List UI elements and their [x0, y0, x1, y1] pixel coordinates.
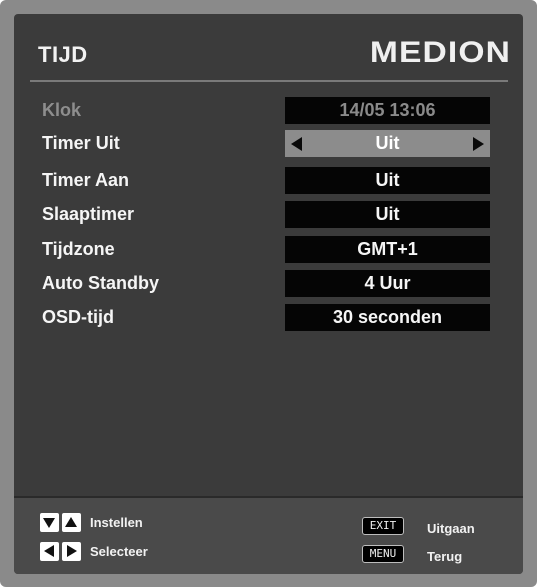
setting-label: Auto Standby	[42, 273, 159, 293]
hint-instellen: Instellen	[90, 515, 143, 530]
arrow-up-icon	[62, 513, 81, 532]
setting-value-timer-aan[interactable]: Uit	[285, 167, 490, 194]
arrow-left-icon	[40, 542, 59, 561]
setting-label: Klok	[42, 100, 82, 120]
setting-value-tijdzone[interactable]: GMT+1	[285, 236, 490, 263]
setting-label: Tijdzone	[42, 239, 115, 259]
setting-row-timer-aan[interactable]: Timer Aan Uit	[14, 167, 523, 197]
setting-label: Timer Aan	[42, 170, 130, 190]
arrow-right-icon[interactable]	[473, 137, 484, 151]
hint-terug: Terug	[427, 549, 463, 564]
time-settings-menu: TIJD MEDION Klok 14/05 13:06 Timer Uit U…	[14, 14, 523, 574]
arrow-down-icon	[40, 513, 59, 532]
arrow-right-icon	[62, 542, 81, 561]
setting-label: Timer Uit	[42, 133, 120, 153]
menu-header: TIJD MEDION	[14, 14, 523, 86]
hint-selecteer: Selecteer	[90, 544, 148, 559]
setting-row-auto-standby[interactable]: Auto Standby 4 Uur	[14, 270, 523, 300]
setting-label: OSD-tijd	[42, 307, 114, 327]
setting-value-klok: 14/05 13:06	[285, 97, 490, 124]
page-title: TIJD	[38, 42, 88, 67]
setting-row-osd-tijd[interactable]: OSD-tijd 30 seconden	[14, 304, 523, 334]
setting-label: Slaaptimer	[42, 204, 135, 224]
exit-key-icon: EXIT	[362, 517, 404, 535]
key-legend: Instellen Selecteer EXIT Uitgaan MENU Te…	[14, 496, 523, 574]
setting-value-auto-standby[interactable]: 4 Uur	[285, 270, 490, 297]
menu-key-icon: MENU	[362, 545, 404, 563]
setting-row-tijdzone[interactable]: Tijdzone GMT+1	[14, 236, 523, 266]
setting-value-slaaptimer[interactable]: Uit	[285, 201, 490, 228]
left-right-keys	[40, 542, 81, 561]
setting-row-slaaptimer[interactable]: Slaaptimer Uit	[14, 201, 523, 231]
up-down-keys	[40, 513, 81, 532]
header-divider	[30, 80, 508, 82]
osd-frame: TIJD MEDION Klok 14/05 13:06 Timer Uit U…	[0, 0, 537, 587]
hint-uitgaan: Uitgaan	[427, 521, 475, 536]
setting-value-text: Uit	[375, 133, 400, 153]
setting-value-timer-uit[interactable]: Uit	[285, 130, 490, 157]
setting-value-osd-tijd[interactable]: 30 seconden	[285, 304, 490, 331]
arrow-left-icon[interactable]	[291, 137, 302, 151]
brand-logo: MEDION	[369, 36, 511, 69]
setting-row-timer-uit[interactable]: Timer Uit Uit	[14, 130, 523, 160]
setting-row-klok: Klok 14/05 13:06	[14, 97, 523, 127]
